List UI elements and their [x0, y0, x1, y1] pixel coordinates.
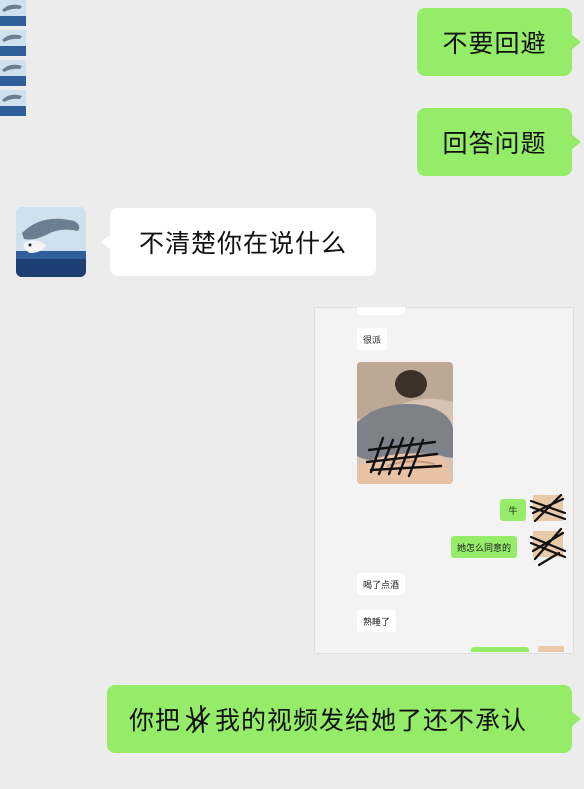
screenshot-partial-bubble — [471, 647, 529, 652]
censor-scribble-icon — [186, 705, 211, 733]
censored-avatar-icon — [529, 493, 567, 567]
screenshot-received-bubble: 很派 — [357, 328, 388, 350]
received-message-bubble[interactable]: 不清楚你在说什么 — [101, 208, 376, 276]
screenshot-message-text: 她怎么同意的 — [457, 543, 512, 554]
screenshot-photo — [357, 362, 453, 484]
message-text: 回答问题 — [442, 129, 547, 158]
screenshot-received-bubble: 熟睡了 — [357, 610, 397, 632]
screenshot-partial-avatar — [538, 646, 564, 652]
sent-message-bubble[interactable]: 你把 我的视频发给她了还不承认 — [107, 685, 581, 753]
screenshot-message-text: 熟睡了 — [363, 617, 391, 628]
screenshot-message-text: 喝了点酒 — [363, 580, 400, 591]
message-text: 不清楚你在说什么 — [138, 229, 347, 258]
screenshot-sent-bubble: 她怎么同意的 — [451, 536, 518, 558]
screenshot-message-text: 很派 — [363, 335, 382, 346]
screenshot-message-text: 牛 — [508, 506, 518, 517]
screenshot-partial-bubble — [357, 307, 405, 315]
screenshot-received-bubble: 喝了点酒 — [357, 573, 406, 595]
dolphin-avatar-icon — [16, 207, 86, 277]
sent-message-bubble[interactable]: 回答问题 — [417, 108, 581, 176]
contact-avatar[interactable] — [16, 207, 86, 277]
screenshot-sent-bubble: 牛 — [500, 499, 526, 521]
sent-message-bubble[interactable]: 不要回避 — [417, 8, 581, 76]
message-text: 我的视频发给她了还不承认 — [215, 706, 528, 735]
message-text: 你把 — [129, 706, 182, 735]
message-text: 不要回避 — [442, 29, 547, 58]
censor-scribble-icon — [365, 436, 443, 478]
